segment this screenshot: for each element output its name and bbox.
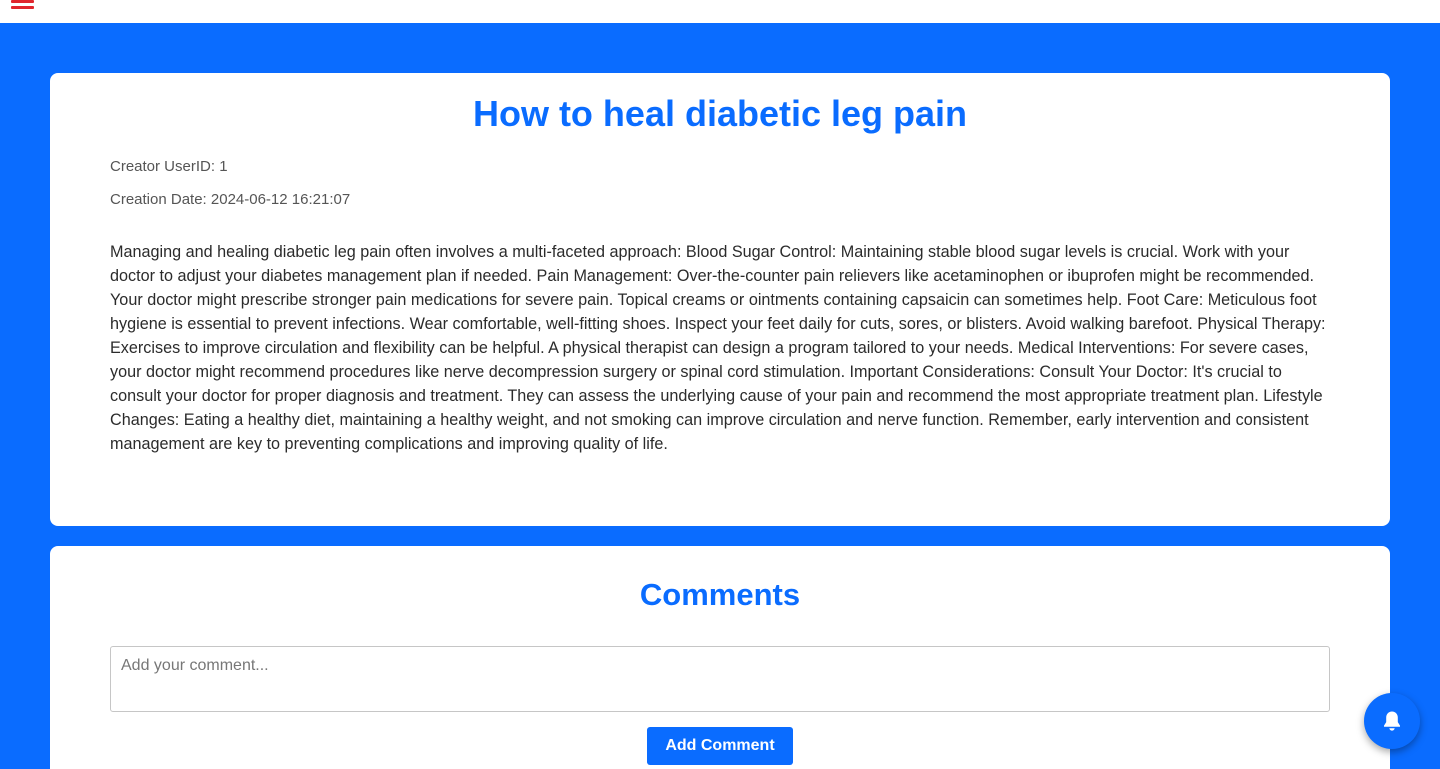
post-title: How to heal diabetic leg pain [472, 93, 968, 134]
add-comment-button[interactable]: Add Comment [647, 727, 793, 765]
bell-icon [1384, 711, 1400, 731]
post-body: Managing and healing diabetic leg pain o… [110, 243, 1326, 453]
comments-card: Comments Add Comment [50, 546, 1390, 769]
creation-date: Creation Date: 2024-06-12 16:21:07 [110, 191, 351, 208]
comments-title: Comments [639, 577, 801, 612]
post-card: How to heal diabetic leg pain Creator Us… [50, 73, 1390, 526]
notification-button[interactable] [1364, 693, 1420, 749]
comment-input[interactable] [110, 646, 1330, 712]
creator-user-id: Creator UserID: 1 [110, 158, 228, 175]
top-bar [0, 0, 1440, 23]
hamburger-menu-icon[interactable] [11, 0, 34, 10]
